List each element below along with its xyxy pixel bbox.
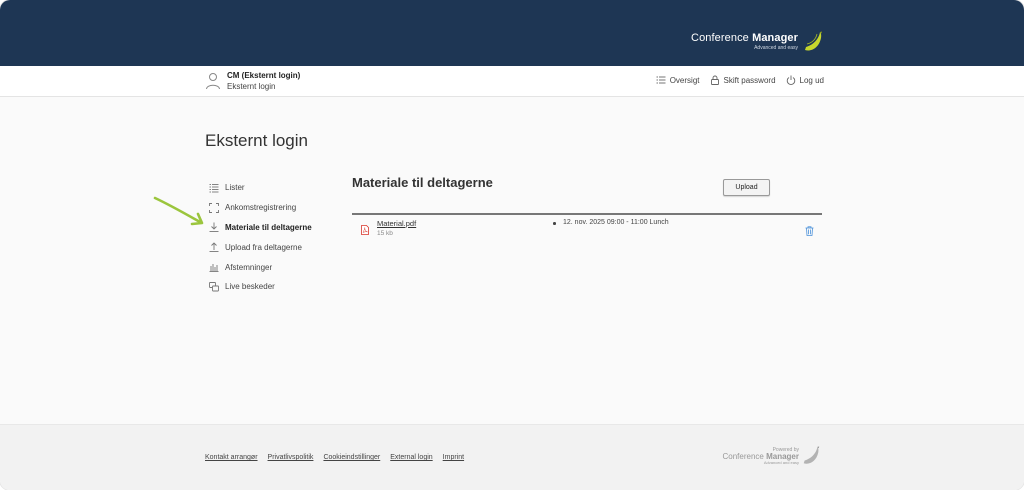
footer-link-contact[interactable]: Kontakt arrangør: [205, 454, 258, 461]
divider: [352, 213, 822, 215]
pdf-file-icon: [361, 225, 369, 235]
upload-button[interactable]: Upload: [723, 179, 770, 196]
annotation-arrow-icon: [153, 196, 204, 226]
sidenav-item-afstemninger[interactable]: Afstemninger: [209, 257, 312, 277]
page-title: Eksternt login: [205, 131, 308, 150]
footer-link-imprint[interactable]: Imprint: [443, 454, 464, 461]
user-bar: CM (Eksternt login) Eksternt login Overs…: [0, 66, 1024, 97]
sidenav-item-upload[interactable]: Upload fra deltagerne: [209, 237, 312, 257]
sidenav-item-materiale[interactable]: Materiale til deltagerne: [209, 218, 312, 238]
bar-chart-icon: [209, 264, 219, 273]
main-area: Eksternt login Lister Ankomstregistrerin…: [0, 97, 1024, 424]
brand-tagline: Advanced and easy: [754, 45, 798, 51]
user-avatar-icon: [206, 73, 220, 90]
top-navigation: Oversigt Skift password Log ud: [646, 75, 824, 85]
footer: Kontakt arrangør Privatlivspolitik Cooki…: [0, 424, 1024, 490]
brand-name: Conference Manager: [691, 32, 798, 44]
banana-logo-icon: [805, 31, 822, 51]
logout-link[interactable]: Log ud: [786, 75, 824, 85]
sidenav-item-ankomstregistrering[interactable]: Ankomstregistrering: [209, 198, 312, 218]
footer-link-external-login[interactable]: External login: [390, 454, 432, 461]
sidenav-item-lister[interactable]: Lister: [209, 178, 312, 198]
upload-icon: [209, 242, 219, 253]
sidenav-item-live-beskeder[interactable]: Live beskeder: [209, 277, 312, 297]
app-window: Conference Manager Advanced and easy CM …: [0, 0, 1024, 490]
banana-logo-icon: [803, 446, 820, 464]
user-name: CM (Eksternt login): [227, 71, 301, 80]
side-navigation: Lister Ankomstregistrering Materiale til…: [209, 178, 312, 297]
download-icon: [209, 222, 219, 233]
lock-icon: [710, 75, 719, 85]
power-icon: [786, 75, 795, 85]
materials-panel: Materiale til deltagerne Upload Material…: [352, 175, 822, 237]
user-info: CM (Eksternt login) Eksternt login: [205, 71, 300, 92]
footer-link-privacy[interactable]: Privatlivspolitik: [268, 454, 314, 461]
list-icon: [209, 183, 219, 193]
file-row: Material.pdf 15 kb 12. nov. 2025 09:00 -…: [352, 219, 822, 243]
file-size: 15 kb: [377, 230, 393, 237]
header-bar: Conference Manager Advanced and easy: [0, 0, 1024, 66]
chat-icon: [209, 281, 219, 292]
powered-by-logo: Powered by Conference Manager Advanced a…: [723, 445, 822, 467]
brand-logo[interactable]: Conference Manager Advanced and easy: [691, 30, 824, 54]
bullet-icon: [553, 222, 556, 225]
powered-tagline: Advanced and easy: [763, 459, 799, 465]
file-session: 12. nov. 2025 09:00 - 11:00 Lunch: [563, 219, 669, 226]
footer-link-cookies[interactable]: Cookieindstillinger: [323, 454, 380, 461]
file-link[interactable]: Material.pdf: [377, 219, 416, 228]
footer-links: Kontakt arrangør Privatlivspolitik Cooki…: [205, 454, 474, 461]
overview-link[interactable]: Oversigt: [656, 75, 700, 85]
change-password-link[interactable]: Skift password: [710, 75, 776, 85]
user-role: Eksternt login: [227, 82, 276, 91]
list-icon: [656, 76, 666, 84]
scan-icon: [209, 202, 219, 213]
trash-icon[interactable]: [805, 226, 814, 236]
